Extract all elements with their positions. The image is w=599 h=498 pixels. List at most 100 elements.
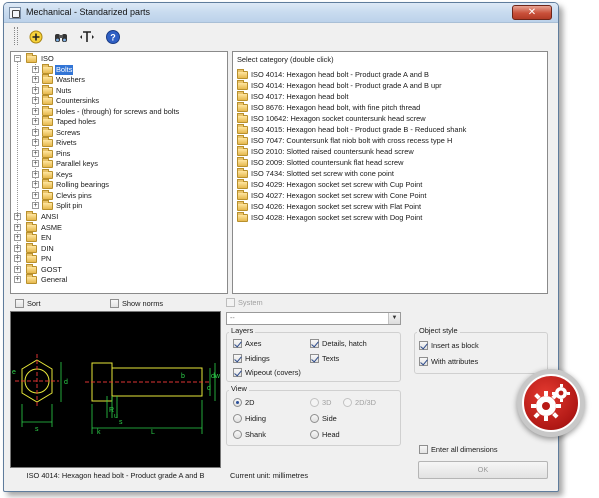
- ok-button[interactable]: OK: [418, 461, 548, 479]
- app-icon: [9, 7, 21, 19]
- hidings-label: Hidings: [245, 354, 270, 363]
- tree-label: Pins: [56, 149, 71, 158]
- binoculars-icon[interactable]: [53, 29, 69, 45]
- gear-icon: [531, 384, 570, 421]
- expand-icon[interactable]: +: [32, 202, 39, 209]
- folder-icon: [237, 102, 248, 112]
- expand-icon[interactable]: +: [32, 129, 39, 136]
- expand-icon[interactable]: +: [14, 245, 21, 252]
- current-unit-text: Current unit: millimetres: [230, 471, 309, 480]
- folder-icon: [237, 168, 248, 178]
- expand-icon[interactable]: +: [14, 234, 21, 241]
- view-3d-label: 3D: [322, 398, 332, 407]
- expand-icon[interactable]: +: [32, 97, 39, 104]
- details-hatch-label: Details, hatch: [322, 339, 367, 348]
- object-style-title: Object style: [417, 326, 460, 335]
- expand-icon[interactable]: +: [32, 160, 39, 167]
- wipeout-checkbox[interactable]: [233, 368, 242, 377]
- list-item-label: ISO 10642: Hexagon socket countersunk he…: [251, 114, 426, 123]
- dim-dw-label: dw: [211, 373, 220, 380]
- folder-icon: [42, 148, 53, 158]
- dim-d-label: d: [64, 379, 68, 386]
- expand-icon[interactable]: +: [32, 66, 39, 73]
- folder-icon: [42, 169, 53, 179]
- list-item-label: ISO 7434: Slotted set screw with cone po…: [251, 169, 394, 178]
- view-head-radio[interactable]: [310, 430, 319, 439]
- list-item-label: ISO 4026: Hexagon socket set screw with …: [251, 202, 422, 211]
- folder-icon: [42, 127, 53, 137]
- with-attributes-checkbox[interactable]: [419, 357, 428, 366]
- tree-label: ANSI: [41, 212, 59, 221]
- texts-checkbox[interactable]: [310, 354, 319, 363]
- chevron-down-icon[interactable]: ▼: [388, 313, 400, 324]
- tree-label: DIN: [41, 244, 54, 253]
- view-3d-radio[interactable]: [310, 398, 319, 407]
- expand-icon[interactable]: +: [32, 192, 39, 199]
- expand-icon[interactable]: +: [32, 87, 39, 94]
- expand-icon[interactable]: +: [14, 255, 21, 262]
- category-list-header: Select category (double click): [237, 55, 334, 64]
- dim-l-label: L: [151, 429, 155, 436]
- expand-icon[interactable]: +: [32, 139, 39, 146]
- text-ruler-icon[interactable]: [79, 29, 95, 45]
- enter-all-dimensions-label: Enter all dimensions: [431, 445, 498, 454]
- expand-icon[interactable]: +: [32, 150, 39, 157]
- category-tree[interactable]: − ISO + Bolts + Washers + Nuts + Counter…: [10, 51, 228, 294]
- help-icon[interactable]: ?: [105, 29, 121, 45]
- title-bar[interactable]: Mechanical - Standarized parts ✕: [4, 3, 558, 23]
- view-hiding-radio[interactable]: [233, 414, 242, 423]
- folder-icon: [42, 158, 53, 168]
- expand-icon[interactable]: +: [32, 108, 39, 115]
- view-side-radio[interactable]: [310, 414, 319, 423]
- bolt-drawing: e d b dw d k s L R u s: [12, 354, 221, 436]
- sort-checkbox[interactable]: [15, 299, 24, 308]
- insert-as-block-checkbox[interactable]: [419, 341, 428, 350]
- folder-icon: [42, 85, 53, 95]
- expand-icon[interactable]: +: [14, 276, 21, 283]
- axes-label: Axes: [245, 339, 262, 348]
- close-button[interactable]: ✕: [512, 5, 552, 20]
- category-list[interactable]: Select category (double click) ISO 4014:…: [232, 51, 548, 294]
- details-hatch-checkbox[interactable]: [310, 339, 319, 348]
- list-item-label: ISO 7047: Countersunk flat niob bolt wit…: [251, 136, 453, 145]
- list-item-label: ISO 8676: Hexagon head bolt, with fine p…: [251, 103, 421, 112]
- folder-icon: [237, 69, 248, 79]
- tree-label: Split pin: [56, 201, 83, 210]
- folder-icon: [237, 190, 248, 200]
- view-2d-label: 2D: [245, 398, 255, 407]
- expand-icon[interactable]: +: [14, 224, 21, 231]
- tree-label: Parallel keys: [56, 159, 98, 168]
- view-2d3d-radio[interactable]: [343, 398, 352, 407]
- window-title: Mechanical - Standarized parts: [26, 7, 151, 17]
- system-select[interactable]: -- ▼: [226, 312, 401, 325]
- show-norms-label: Show norms: [122, 299, 164, 308]
- view-2d-radio[interactable]: [233, 398, 242, 407]
- tree-label: EN: [41, 233, 52, 242]
- hidings-checkbox[interactable]: [233, 354, 242, 363]
- enter-all-dimensions-checkbox[interactable]: [419, 445, 428, 454]
- axes-checkbox[interactable]: [233, 339, 242, 348]
- add-icon[interactable]: [28, 29, 44, 45]
- expand-icon[interactable]: +: [14, 266, 21, 273]
- expand-icon[interactable]: +: [14, 213, 21, 220]
- folder-icon: [42, 106, 53, 116]
- toolbar-grip[interactable]: [14, 27, 18, 45]
- folder-icon: [42, 200, 53, 210]
- folder-icon: [237, 201, 248, 211]
- folder-icon: [237, 91, 248, 101]
- expand-icon[interactable]: +: [32, 76, 39, 83]
- system-checkbox[interactable]: [226, 298, 235, 307]
- expand-icon[interactable]: +: [32, 118, 39, 125]
- collapse-icon[interactable]: −: [14, 55, 21, 62]
- folder-icon: [237, 179, 248, 189]
- texts-label: Texts: [322, 354, 340, 363]
- expand-icon[interactable]: +: [32, 171, 39, 178]
- tree-label: Keys: [56, 170, 73, 179]
- view-shank-radio[interactable]: [233, 430, 242, 439]
- expand-icon[interactable]: +: [32, 181, 39, 188]
- with-attributes-label: With attributes: [431, 357, 479, 366]
- folder-icon: [26, 264, 37, 274]
- show-norms-checkbox[interactable]: [110, 299, 119, 308]
- list-item-label: ISO 4015: Hexagon head bolt - Product gr…: [251, 125, 467, 134]
- view-title: View: [229, 384, 249, 393]
